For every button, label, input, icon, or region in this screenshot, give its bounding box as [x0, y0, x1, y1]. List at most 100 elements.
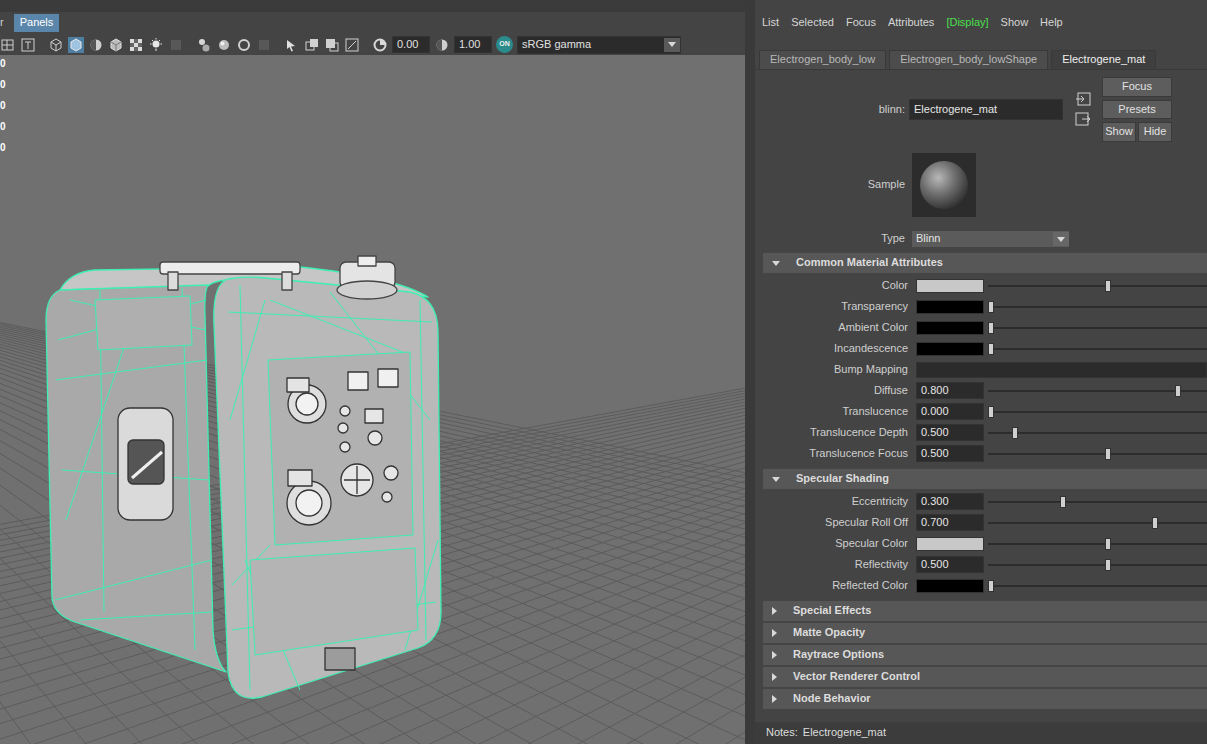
slider-handle[interactable]: [1105, 559, 1111, 571]
slider-handle[interactable]: [988, 406, 994, 418]
viewport-canvas[interactable]: 00000: [0, 55, 745, 744]
slider-handle[interactable]: [1060, 496, 1066, 508]
color-swatch[interactable]: [916, 537, 984, 551]
toolbar-button-icon[interactable]: [344, 37, 360, 53]
slider-track[interactable]: [988, 383, 1207, 399]
slider-handle[interactable]: [1105, 280, 1111, 292]
slider-track[interactable]: [988, 578, 1207, 594]
number-field[interactable]: 0.800: [916, 382, 984, 400]
slider-handle[interactable]: [1012, 427, 1018, 439]
show-button[interactable]: Show: [1102, 122, 1136, 142]
toolbar-button-icon[interactable]: [256, 37, 272, 53]
slider-handle[interactable]: [988, 301, 994, 313]
section-header[interactable]: Common Material Attributes: [763, 253, 1207, 273]
color-swatch[interactable]: [916, 579, 984, 593]
node-tab[interactable]: Electrogene_mat: [1051, 50, 1156, 69]
toolbar-button-icon[interactable]: [148, 37, 164, 53]
section-header[interactable]: Special Effects: [763, 601, 1207, 621]
color-space-dropdown[interactable]: sRGB gamma: [517, 36, 681, 54]
presets-button[interactable]: Presets: [1102, 100, 1172, 120]
toolbar-button-icon[interactable]: [434, 37, 450, 53]
slider-handle[interactable]: [988, 580, 994, 592]
section-header[interactable]: Specular Shading: [763, 469, 1207, 489]
expand-arrow-icon[interactable]: [772, 607, 777, 615]
slider-handle[interactable]: [1105, 538, 1111, 550]
hide-button[interactable]: Hide: [1138, 122, 1172, 142]
expand-arrow-icon[interactable]: [772, 477, 780, 482]
expand-arrow-icon[interactable]: [772, 695, 777, 703]
number-field[interactable]: 0.500: [916, 424, 984, 442]
toolbar-button-icon[interactable]: [284, 37, 300, 53]
toolbar-button-icon[interactable]: [68, 37, 84, 53]
node-tab[interactable]: Electrogen_body_low: [759, 50, 886, 69]
color-management-toggle[interactable]: ON: [496, 36, 513, 53]
toolbar-number-field[interactable]: 0.00: [392, 36, 430, 54]
number-field[interactable]: 0.700: [916, 514, 984, 532]
number-field[interactable]: 0.300: [916, 493, 984, 511]
slider-track[interactable]: [988, 278, 1207, 294]
toolbar-button-icon[interactable]: [128, 37, 144, 53]
generator-model[interactable]: [46, 256, 441, 698]
output-connection-icon[interactable]: [1075, 112, 1093, 126]
expand-arrow-icon[interactable]: [772, 673, 777, 681]
section-header[interactable]: Node Behavior: [763, 689, 1207, 709]
toolbar-button-icon[interactable]: [216, 37, 232, 53]
panel-menu-item[interactable]: r: [0, 14, 8, 32]
node-name-field[interactable]: Electrogene_mat: [909, 99, 1063, 120]
slider-track[interactable]: [988, 425, 1207, 441]
toolbar-button-icon[interactable]: [168, 37, 184, 53]
slider-track[interactable]: [988, 320, 1207, 336]
expand-arrow-icon[interactable]: [772, 629, 777, 637]
section-header[interactable]: Matte Opacity: [763, 623, 1207, 643]
toolbar-button-icon[interactable]: [48, 37, 64, 53]
panel-menu-item[interactable]: Panels: [14, 14, 60, 32]
slider-track[interactable]: [988, 557, 1207, 573]
node-tab[interactable]: Electrogen_body_lowShape: [889, 50, 1048, 69]
panel-splitter[interactable]: [745, 0, 755, 744]
color-swatch[interactable]: [916, 321, 984, 335]
toolbar-button-icon[interactable]: [324, 37, 340, 53]
slider-track[interactable]: [988, 404, 1207, 420]
number-field[interactable]: 0.500: [916, 445, 984, 463]
color-swatch[interactable]: [916, 342, 984, 356]
editor-menu-item[interactable]: Focus: [846, 16, 876, 30]
toolbar-button-icon[interactable]: [0, 37, 16, 53]
editor-menu-item[interactable]: Show: [1001, 16, 1029, 30]
number-field[interactable]: 0.500: [916, 556, 984, 574]
slider-track[interactable]: [988, 446, 1207, 462]
number-field[interactable]: 0.000: [916, 403, 984, 421]
expand-arrow-icon[interactable]: [772, 261, 780, 266]
toolbar-button-icon[interactable]: [372, 37, 388, 53]
sample-swatch[interactable]: [912, 153, 976, 217]
dropdown-arrow-icon[interactable]: [1053, 232, 1069, 246]
notes-value[interactable]: Electrogene_mat: [803, 726, 886, 740]
scene-view[interactable]: [0, 55, 745, 744]
section-header[interactable]: Raytrace Options: [763, 645, 1207, 665]
toolbar-button-icon[interactable]: [20, 37, 36, 53]
slider-handle[interactable]: [1175, 385, 1181, 397]
slider-track[interactable]: [988, 515, 1207, 531]
slider-handle[interactable]: [988, 343, 994, 355]
focus-button[interactable]: Focus: [1102, 77, 1172, 97]
editor-menu-item[interactable]: Attributes: [888, 16, 934, 30]
color-swatch[interactable]: [916, 300, 984, 314]
editor-menu-item[interactable]: [Display]: [946, 16, 988, 30]
toolbar-button-icon[interactable]: [108, 37, 124, 53]
color-swatch[interactable]: [916, 279, 984, 293]
slider-handle[interactable]: [1105, 448, 1111, 460]
editor-menu-item[interactable]: Help: [1040, 16, 1063, 30]
map-input-field[interactable]: [916, 362, 1207, 378]
slider-track[interactable]: [988, 494, 1207, 510]
toolbar-button-icon[interactable]: [304, 37, 320, 53]
type-dropdown[interactable]: Blinn: [912, 231, 1069, 247]
editor-menu-item[interactable]: Selected: [791, 16, 834, 30]
slider-handle[interactable]: [1152, 517, 1158, 529]
expand-arrow-icon[interactable]: [772, 651, 777, 659]
slider-track[interactable]: [988, 341, 1207, 357]
input-connection-icon[interactable]: [1075, 92, 1093, 106]
editor-menu-item[interactable]: List: [762, 16, 779, 30]
section-header[interactable]: Vector Renderer Control: [763, 667, 1207, 687]
toolbar-button-icon[interactable]: [88, 37, 104, 53]
slider-track[interactable]: [988, 536, 1207, 552]
toolbar-button-icon[interactable]: [236, 37, 252, 53]
